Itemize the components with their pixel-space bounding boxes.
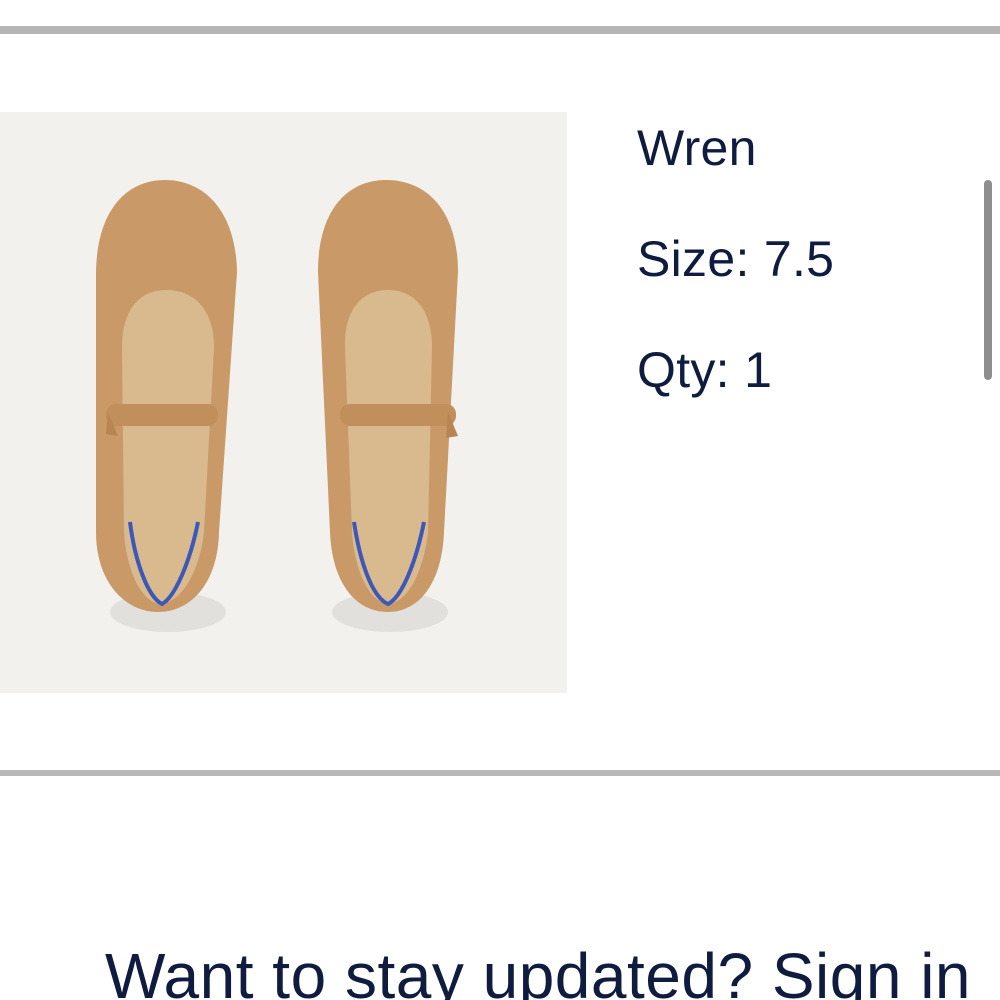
right-shoe	[318, 180, 458, 612]
vertical-scrollbar[interactable]	[984, 180, 992, 380]
top-divider	[0, 26, 1000, 34]
item-size: Size: 7.5	[637, 231, 835, 287]
left-shoe	[96, 180, 237, 612]
shoe-pair-illustration	[96, 180, 458, 632]
order-summary-page: Wren Size: 7.5 Qty: 1 Want to stay updat…	[0, 0, 1000, 1000]
bottom-divider	[0, 770, 1000, 776]
item-quantity: Qty: 1	[637, 342, 773, 398]
product-name: Wren	[637, 120, 757, 176]
signup-prompt[interactable]: Want to stay updated? Sign in	[105, 938, 971, 1000]
item-details: Wren Size: 7.5 Qty: 1	[637, 118, 834, 451]
product-image	[0, 112, 567, 693]
